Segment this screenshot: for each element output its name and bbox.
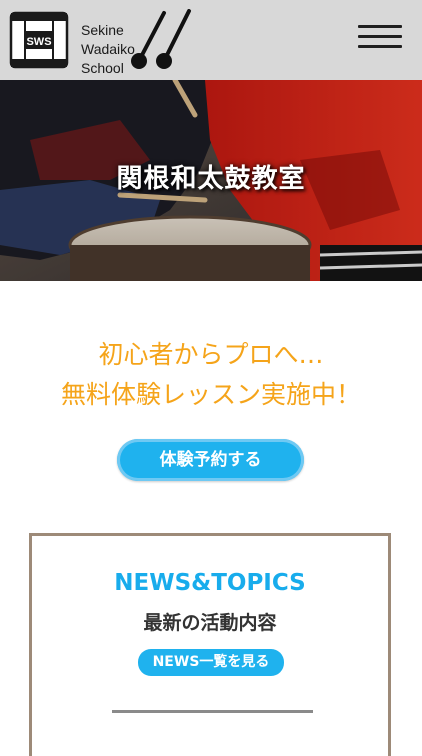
hero-title: 関根和太鼓教室 [116, 164, 306, 194]
site-header: SWS Sekine Wadaiko School [0, 0, 422, 80]
trial-booking-button[interactable]: 体験予約する [117, 439, 304, 481]
news-divider [112, 710, 313, 713]
logo-line-3: School [81, 60, 124, 76]
site-logo[interactable]: SWS Sekine Wadaiko School [9, 9, 219, 76]
lead-line-2: 無料体験レッスン実施中！ [60, 380, 361, 409]
logo-wordmark: Sekine Wadaiko School [81, 21, 151, 78]
logo-line-1: Sekine [81, 22, 124, 38]
svg-text:SWS: SWS [26, 36, 51, 48]
lead-line-1: 初心者からプロへ… [98, 340, 324, 369]
lead-message: 初心者からプロへ… 無料体験レッスン実施中！ [0, 335, 422, 415]
news-list-button[interactable]: NEWS一覧を見る [138, 649, 284, 676]
hamburger-menu-icon[interactable] [358, 24, 402, 50]
logo-line-2: Wadaiko [81, 41, 135, 57]
news-subtitle: 最新の活動内容 [143, 612, 277, 634]
hero-banner: 関根和太鼓教室 [0, 80, 422, 281]
menu-bar-bottom [358, 45, 402, 48]
menu-bar-middle [358, 35, 402, 38]
news-title: NEWS&TOPICS [114, 570, 306, 596]
menu-bar-top [358, 25, 402, 28]
news-section: NEWS&TOPICS 最新の活動内容 NEWS一覧を見る [29, 533, 391, 756]
